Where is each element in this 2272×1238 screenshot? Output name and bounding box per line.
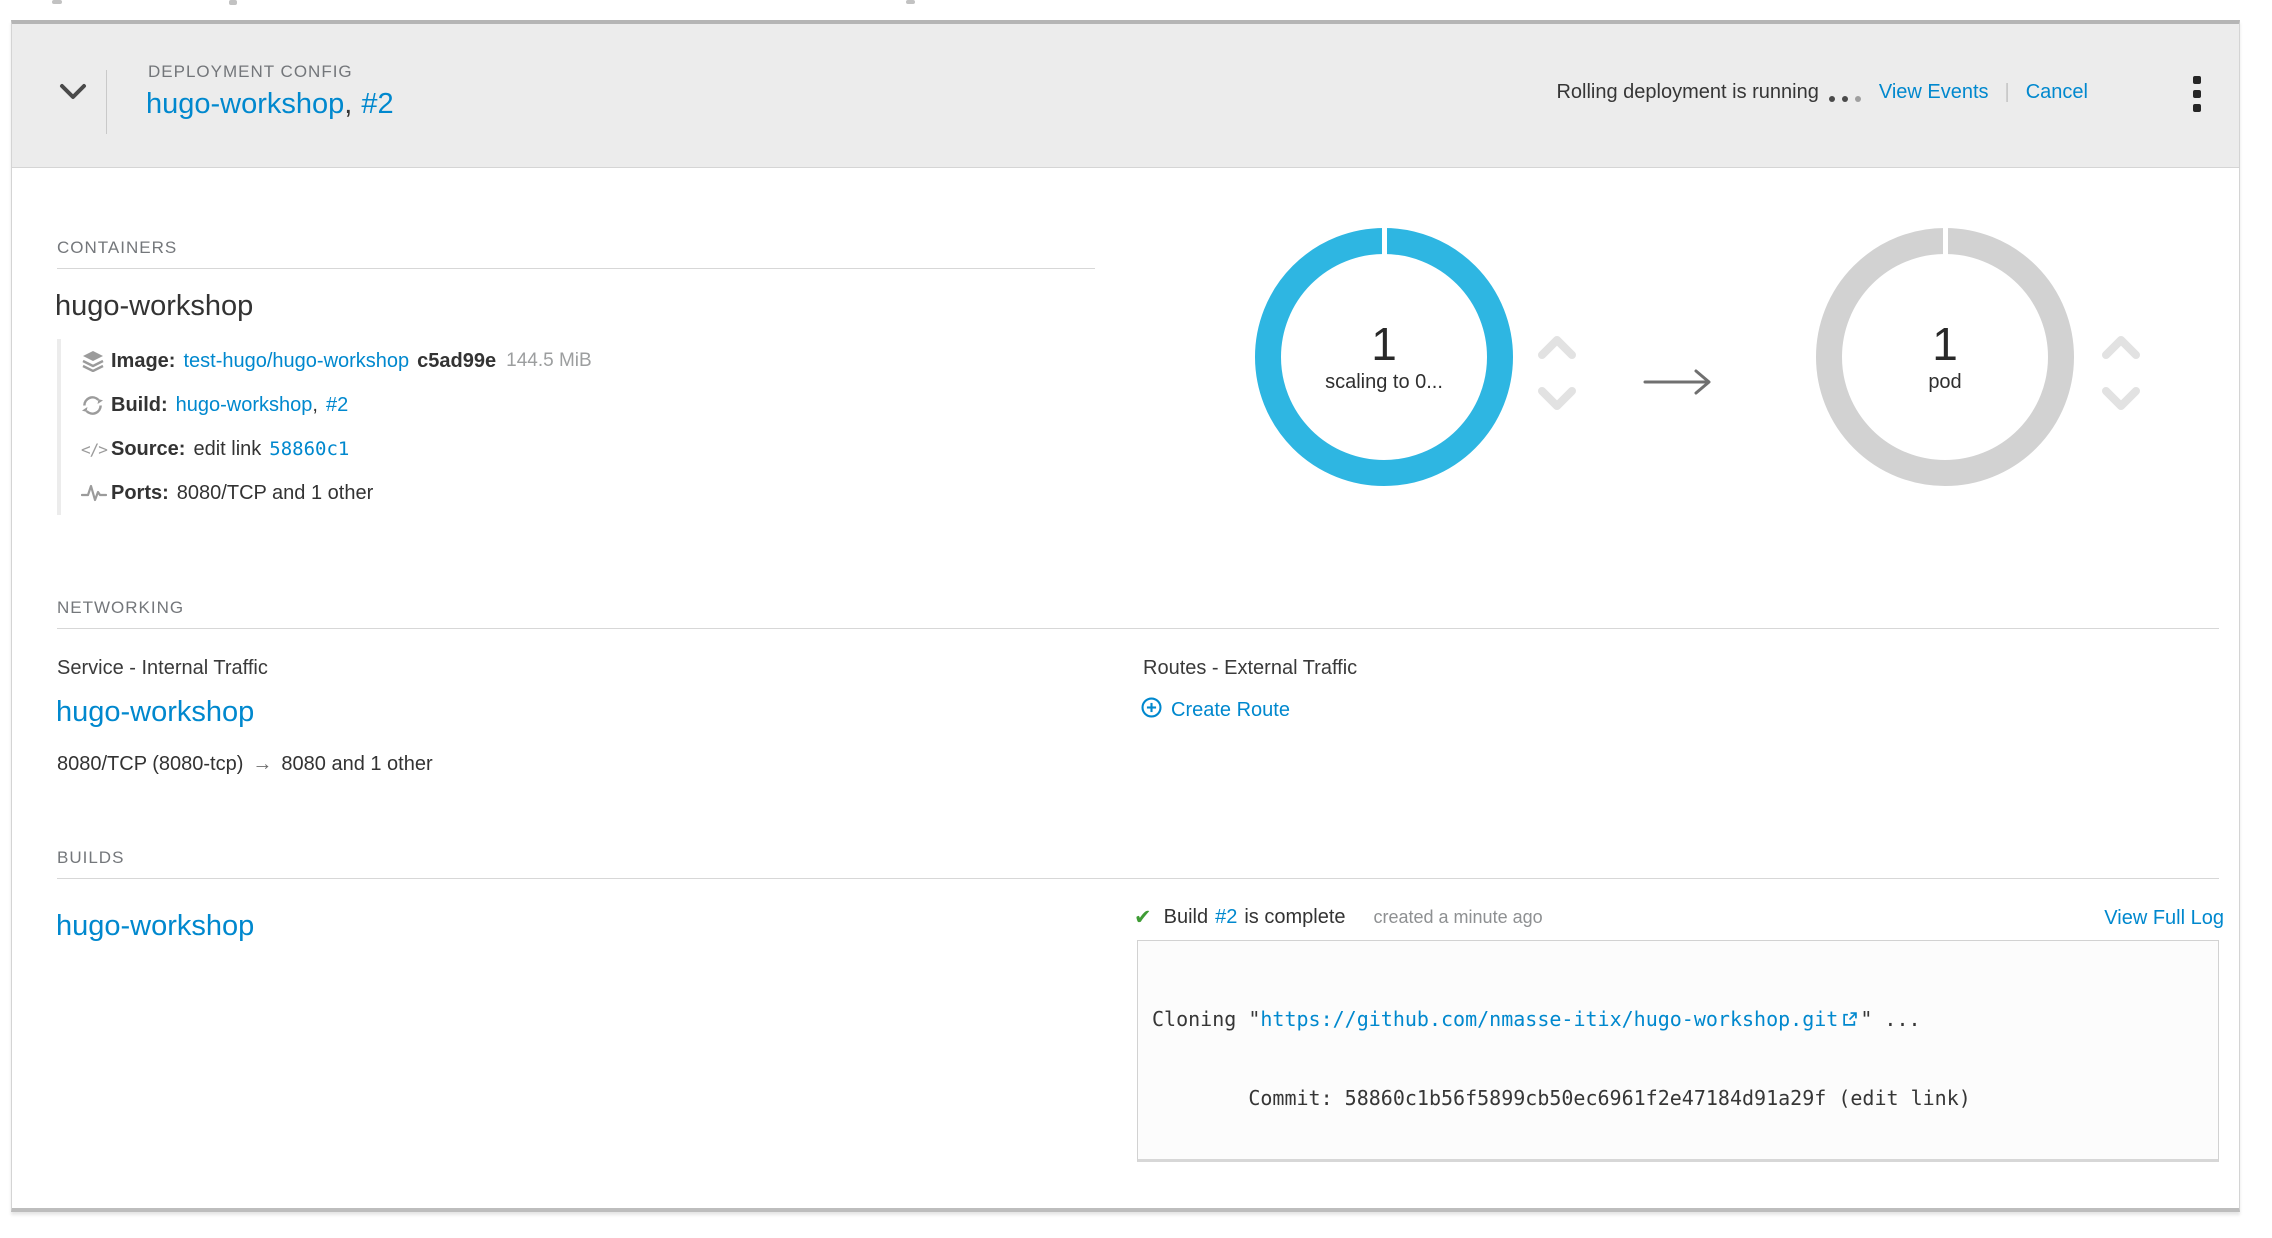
deployment-status-area: Rolling deployment is running View Event… <box>1556 81 2088 104</box>
service-target-port: 8080 and 1 other <box>281 753 432 775</box>
deployment-overview-screen: DEPLOYMENT CONFIG hugo-workshop, #2 Rolli… <box>0 0 2272 1238</box>
log-text: Cloning " <box>1152 1007 1260 1031</box>
donut-gap <box>1382 226 1387 256</box>
source-label: Source: <box>111 438 185 461</box>
image-sha: c5ad99e <box>417 350 496 373</box>
running-ellipsis <box>1829 96 1861 102</box>
rebuild-icon <box>81 394 111 417</box>
external-link-icon <box>1842 1008 1857 1032</box>
image-stream-link[interactable]: test-hugo/hugo-workshop <box>183 350 409 373</box>
ports-label: Ports: <box>111 482 169 505</box>
git-repo-link[interactable]: https://github.com/nmasse-itix/hugo-work… <box>1260 1007 1838 1031</box>
build-number-link[interactable]: #2 <box>1215 906 1237 929</box>
container-name: hugo-workshop <box>55 290 253 323</box>
image-row: Image: test-hugo/hugo-workshop c5ad99e 1… <box>81 339 777 383</box>
scale-up-button[interactable] <box>1537 334 1577 360</box>
cropped-content-artifact <box>229 0 237 5</box>
service-link[interactable]: hugo-workshop <box>56 696 254 729</box>
new-replica-donut: 1 pod <box>1816 228 2074 486</box>
log-text: " ... <box>1860 1007 1920 1031</box>
build-created-ago: created a minute ago <box>1374 907 1543 928</box>
routes-heading: Routes - External Traffic <box>1143 657 1357 680</box>
ports-text: 8080/TCP and 1 other <box>177 482 373 505</box>
title-separator: , <box>344 88 352 120</box>
source-text: edit link <box>193 438 261 461</box>
scaling-arrow-icon <box>1643 366 1721 403</box>
kebab-menu-icon[interactable] <box>2193 76 2205 112</box>
create-route-label[interactable]: Create Route <box>1171 699 1290 722</box>
container-details: Image: test-hugo/hugo-workshop c5ad99e 1… <box>57 339 777 515</box>
create-route-link[interactable]: Create Route <box>1141 697 1290 724</box>
link-separator: | <box>2005 81 2010 104</box>
deployment-status-text: Rolling deployment is running <box>1556 81 1818 104</box>
service-port-mapping: 8080/TCP (8080-tcp) <box>57 753 243 775</box>
collapse-chevron-icon[interactable] <box>58 82 92 108</box>
networking-section-label: NETWORKING <box>57 598 184 618</box>
scale-up-button-new[interactable] <box>2101 334 2141 360</box>
header-divider <box>106 70 107 134</box>
scale-down-button-new[interactable] <box>2101 386 2141 412</box>
section-rule <box>57 268 1095 269</box>
resource-kind-label: DEPLOYMENT CONFIG <box>148 62 353 82</box>
build-label: Build: <box>111 394 168 417</box>
build-separator: , <box>312 394 318 417</box>
source-commit-link[interactable]: 58860c1 <box>269 438 349 460</box>
old-pod-count: 1 <box>1371 320 1397 368</box>
cancel-deployment-link[interactable]: Cancel <box>2026 81 2088 104</box>
builds-section-label: BUILDS <box>57 848 124 868</box>
source-row: </> Source: edit link 58860c1 <box>81 427 777 471</box>
donut-gap <box>1943 226 1948 256</box>
section-rule <box>57 628 2219 629</box>
service-heading: Service - Internal Traffic <box>57 657 268 680</box>
port-arrow-icon: → <box>252 753 272 775</box>
pulse-icon <box>81 483 111 503</box>
build-status-row: ✔ Build #2 is complete created a minute … <box>1134 905 1543 930</box>
layers-icon <box>81 350 111 372</box>
view-full-log-link[interactable]: View Full Log <box>2104 907 2224 930</box>
new-pod-count: 1 <box>1932 320 1958 368</box>
cropped-content-artifact <box>52 0 62 4</box>
log-line: Commit: 58860c1b56f5899cb50ec6961f2e4718… <box>1152 1085 2204 1111</box>
old-replica-donut: 1 scaling to 0... <box>1255 228 1513 486</box>
image-label: Image: <box>111 350 175 373</box>
service-ports: 8080/TCP (8080-tcp) → 8080 and 1 other <box>57 753 433 776</box>
old-pod-caption: scaling to 0... <box>1325 371 1443 394</box>
success-check-icon: ✔ <box>1134 905 1152 930</box>
scale-down-button[interactable] <box>1537 386 1577 412</box>
deployment-revision-link[interactable]: #2 <box>361 88 393 120</box>
cropped-content-artifact <box>906 0 915 4</box>
page-title: hugo-workshop, #2 <box>146 88 394 121</box>
build-state: is complete <box>1244 906 1345 929</box>
image-size: 144.5 MiB <box>506 350 592 372</box>
build-log: Cloning "https://github.com/nmasse-itix/… <box>1137 940 2219 1162</box>
section-rule <box>57 878 2219 879</box>
build-row: Build: hugo-workshop , #2 <box>81 383 777 427</box>
build-word: Build <box>1164 906 1208 929</box>
ports-row: Ports: 8080/TCP and 1 other <box>81 471 777 515</box>
log-line: Cloning "https://github.com/nmasse-itix/… <box>1152 1006 2204 1033</box>
deployment-config-link[interactable]: hugo-workshop <box>146 88 344 120</box>
plus-circle-icon <box>1141 697 1162 724</box>
build-config-link[interactable]: hugo-workshop <box>176 394 313 417</box>
view-events-link[interactable]: View Events <box>1879 81 1989 104</box>
build-config-name-link[interactable]: hugo-workshop <box>56 910 254 943</box>
new-pod-caption: pod <box>1928 371 1961 394</box>
code-icon: </> <box>81 440 111 459</box>
build-number-link[interactable]: #2 <box>326 394 348 417</box>
containers-section-label: CONTAINERS <box>57 238 177 258</box>
